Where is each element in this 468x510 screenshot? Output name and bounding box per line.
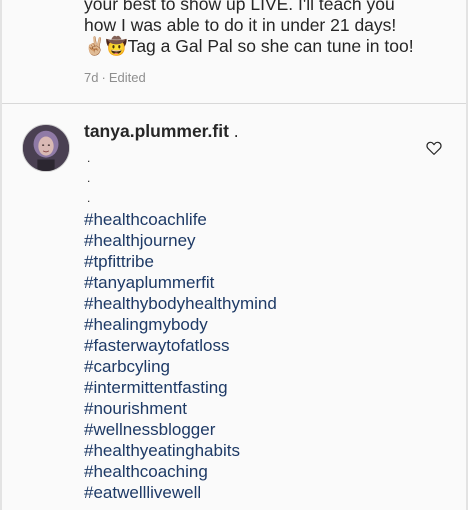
hashtag-link[interactable]: #eatwelllivewell: [84, 482, 277, 503]
comment-author: tanya.plummer.fit .: [84, 121, 239, 142]
hashtag-link[interactable]: #nourishment: [84, 398, 277, 419]
username-link[interactable]: tanya.plummer.fit: [84, 121, 229, 141]
caption-line: ✌🏼🤠Tag a Gal Pal so she can tune in too!: [84, 36, 414, 56]
hashtag-link[interactable]: #tanyaplummerfit: [84, 272, 277, 293]
divider: [2, 103, 466, 104]
hashtag-link[interactable]: #healthjourney: [84, 230, 277, 251]
caption-line: how I was able to do it in under 21 days…: [84, 15, 397, 35]
hashtag-link[interactable]: #fasterwaytofatloss: [84, 335, 277, 356]
avatar[interactable]: [22, 124, 70, 172]
hashtag-link[interactable]: #healthybodyhealthymind: [84, 293, 277, 314]
comment-dot-lines: . . .: [87, 148, 90, 208]
post-age[interactable]: 7d: [84, 70, 98, 85]
post-caption: your best to show up LIVE. I'll teach yo…: [84, 0, 454, 57]
avatar-image: [23, 125, 69, 171]
caption-line: your best to show up LIVE. I'll teach yo…: [84, 0, 395, 14]
post-comments-view: your best to show up LIVE. I'll teach yo…: [0, 0, 468, 510]
username-trail: .: [228, 121, 239, 141]
dot-line: .: [87, 151, 91, 165]
hashtag-list: #healthcoachlife #healthjourney #tpfittr…: [84, 209, 277, 503]
hashtag-link[interactable]: #intermittentfasting: [84, 377, 277, 398]
hashtag-link[interactable]: #carbcyling: [84, 356, 277, 377]
hashtag-link[interactable]: #healingmybody: [84, 314, 277, 335]
dot-line: .: [87, 171, 91, 185]
heart-outline-icon[interactable]: [425, 139, 443, 157]
hashtag-link[interactable]: #healthcoachlife: [84, 209, 277, 230]
hashtag-link[interactable]: #tpfittribe: [84, 251, 277, 272]
meta-separator: ·: [101, 70, 106, 85]
post-meta: 7d · Edited: [84, 70, 146, 85]
hashtag-link[interactable]: #healthcoaching: [84, 461, 277, 482]
hashtag-link[interactable]: #wellnessblogger: [84, 419, 277, 440]
dot-line: .: [87, 191, 91, 205]
hashtag-link[interactable]: #healthyeatinghabits: [84, 440, 277, 461]
edited-label: Edited: [108, 70, 146, 85]
like-button-graphic: [426, 141, 442, 155]
